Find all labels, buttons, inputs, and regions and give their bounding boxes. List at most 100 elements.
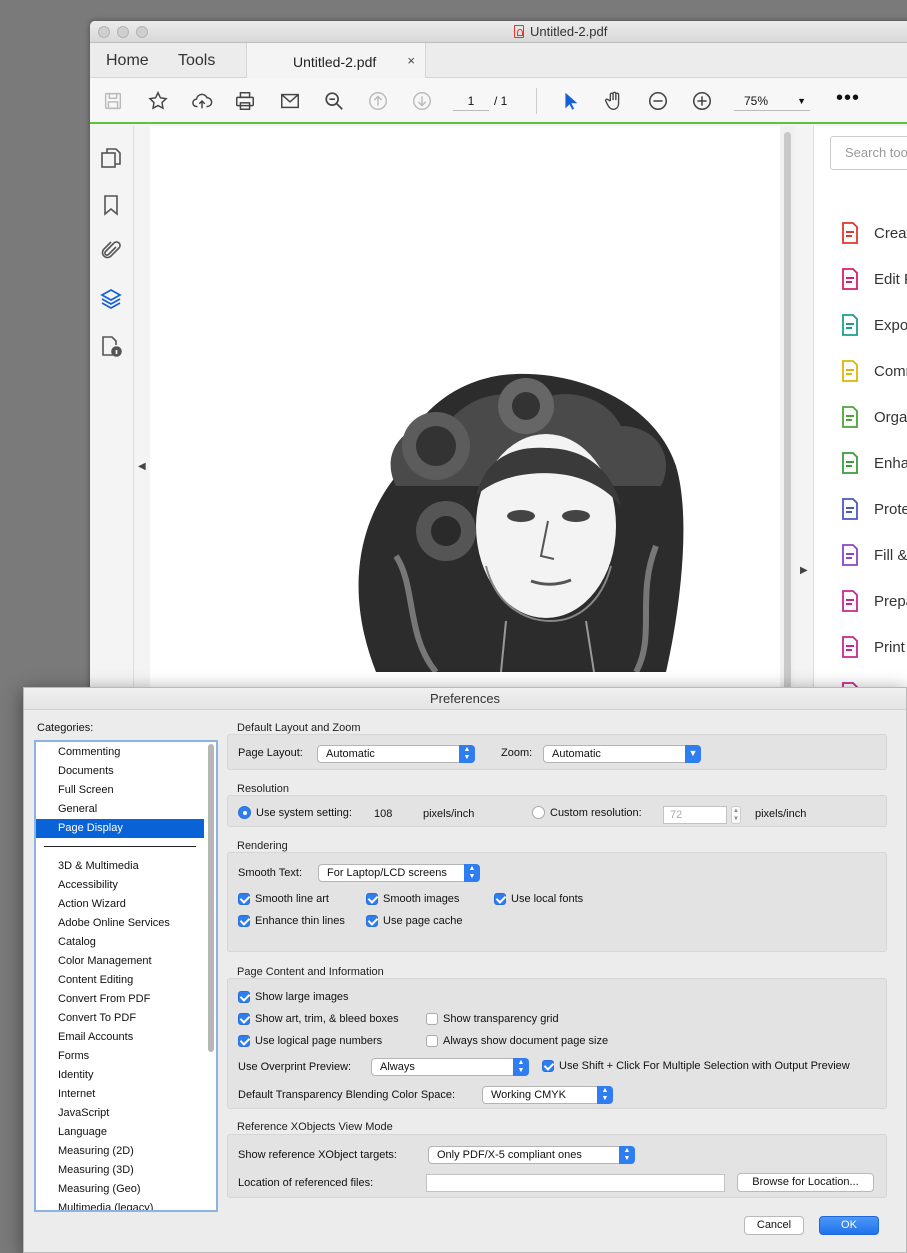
tool-organize-pages[interactable]: Organize Pages [838, 404, 907, 430]
category-item[interactable]: Convert To PDF [36, 1009, 204, 1028]
smooth-images-checkbox[interactable]: Smooth images [366, 893, 459, 905]
custom-resolution-input[interactable]: 72 [663, 806, 727, 824]
tab-home[interactable]: Home [106, 52, 149, 70]
upload-cloud-icon[interactable] [190, 89, 214, 113]
search-icon[interactable] [322, 89, 346, 113]
edit-pdf-icon [842, 268, 858, 290]
overprint-preview-select[interactable]: Always ▲ ▼ [371, 1058, 529, 1076]
tool-enhance-scans[interactable]: Enhance Scans [838, 450, 907, 476]
scrollbar-thumb[interactable] [784, 132, 791, 692]
category-item[interactable]: Multimedia (legacy) [36, 1199, 204, 1210]
zoom-out-icon[interactable] [646, 89, 670, 113]
referenced-files-location-input[interactable] [426, 1174, 725, 1192]
categories-scrollbar[interactable] [208, 744, 214, 1052]
category-item[interactable]: Commenting [36, 743, 204, 762]
use-page-cache-checkbox[interactable]: Use page cache [366, 915, 463, 927]
bookmark-star-icon[interactable] [146, 89, 170, 113]
category-item[interactable]: Page Display [36, 819, 204, 838]
document-info-icon[interactable] [99, 334, 125, 360]
category-item[interactable]: Adobe Online Services [36, 914, 204, 933]
more-options-icon[interactable]: ••• [836, 87, 860, 110]
category-item[interactable]: Full Screen [36, 781, 204, 800]
category-item[interactable]: Identity [36, 1066, 204, 1085]
smooth-line-art-checkbox[interactable]: Smooth line art [238, 893, 329, 905]
print-icon[interactable] [233, 89, 257, 113]
always-show-page-size-checkbox[interactable]: Always show document page size [426, 1035, 608, 1047]
category-item[interactable]: Measuring (2D) [36, 1142, 204, 1161]
email-icon[interactable] [278, 89, 302, 113]
category-item[interactable]: Measuring (Geo) [36, 1180, 204, 1199]
custom-resolution-radio[interactable]: Custom resolution: [532, 806, 642, 819]
enhance-thin-lines-checkbox[interactable]: Enhance thin lines [238, 915, 345, 927]
bookmarks-icon[interactable] [99, 193, 125, 219]
category-item[interactable]: Language [36, 1123, 204, 1142]
tool-edit-pdf[interactable]: Edit PDF [838, 266, 907, 292]
category-item[interactable]: 3D & Multimedia [36, 857, 204, 876]
use-local-fonts-checkbox[interactable]: Use local fonts [494, 893, 583, 905]
cancel-button[interactable]: Cancel [744, 1216, 804, 1235]
export-pdf-icon [842, 314, 858, 336]
show-boxes-checkbox[interactable]: Show art, trim, & bleed boxes [238, 1013, 399, 1025]
category-item[interactable]: Forms [36, 1047, 204, 1066]
attachments-icon[interactable] [99, 239, 125, 265]
categories-list[interactable]: Commenting Documents Full Screen General Pag… [34, 740, 218, 1212]
category-item[interactable]: Action Wizard [36, 895, 204, 914]
zoom-default-select[interactable]: Automatic ▼ [543, 745, 701, 763]
category-item[interactable]: Accessibility [36, 876, 204, 895]
category-item[interactable]: Catalog [36, 933, 204, 952]
smooth-text-select[interactable]: For Laptop/LCD screens ▲ ▼ [318, 864, 480, 882]
smooth-line-art-label: Smooth line art [255, 893, 329, 905]
category-item[interactable]: Email Accounts [36, 1028, 204, 1047]
category-item[interactable]: Internet [36, 1085, 204, 1104]
section-rendering-title: Rendering [237, 840, 288, 852]
page-layout-select[interactable]: Automatic ▲ ▼ [317, 745, 475, 763]
tool-comment[interactable]: Comment [838, 358, 907, 384]
search-tools-input[interactable]: Search tools [830, 136, 907, 170]
save-icon[interactable] [101, 89, 125, 113]
smooth-images-label: Smooth images [383, 893, 460, 905]
page-number-input[interactable]: 1 [453, 91, 489, 111]
tool-print-production[interactable]: Print Production [838, 634, 907, 660]
chevron-down-icon: ▼ [685, 745, 701, 763]
browse-location-button[interactable]: Browse for Location... [737, 1173, 874, 1192]
resolution-stepper[interactable]: ▲ ▼ [731, 806, 741, 824]
show-large-images-checkbox[interactable]: Show large images [238, 991, 349, 1003]
next-page-icon[interactable] [410, 89, 434, 113]
zoom-in-icon[interactable] [690, 89, 714, 113]
zoom-select[interactable]: 75% ▼ [734, 91, 810, 111]
shift-click-selection-checkbox[interactable]: Use Shift + Click For Multiple Selection… [542, 1060, 850, 1072]
layers-icon[interactable] [99, 287, 125, 313]
use-system-setting-radio[interactable]: Use system setting: [238, 806, 352, 819]
blending-space-select[interactable]: Working CMYK ▲ ▼ [482, 1086, 613, 1104]
close-tab-icon[interactable]: × [407, 53, 415, 68]
tab-tools[interactable]: Tools [178, 52, 215, 70]
category-item[interactable]: JavaScript [36, 1104, 204, 1123]
tool-protect[interactable]: Protect [838, 496, 907, 522]
category-item[interactable]: Color Management [36, 952, 204, 971]
collapse-right-pane-icon[interactable]: ▶ [800, 565, 808, 576]
hand-tool-icon[interactable] [602, 89, 626, 113]
tool-create-pdf[interactable]: Create PDF [838, 220, 907, 246]
previous-page-icon[interactable] [366, 89, 390, 113]
minimize-window-button[interactable] [117, 26, 129, 38]
category-item[interactable]: Measuring (3D) [36, 1161, 204, 1180]
zoom-window-button[interactable] [136, 26, 148, 38]
category-item[interactable]: Documents [36, 762, 204, 781]
page-thumbnails-icon[interactable] [99, 146, 125, 172]
select-cursor-icon[interactable] [558, 89, 582, 113]
document-scrollbar[interactable] [781, 126, 795, 701]
tool-fill-sign[interactable]: Fill & Sign [838, 542, 907, 568]
xobject-targets-select[interactable]: Only PDF/X-5 compliant ones ▲ ▼ [428, 1146, 635, 1164]
ok-button[interactable]: OK [819, 1216, 879, 1235]
category-item[interactable]: General [36, 800, 204, 819]
shift-click-selection-label: Use Shift + Click For Multiple Selection… [559, 1060, 850, 1072]
close-window-button[interactable] [98, 26, 110, 38]
tab-document[interactable]: Untitled-2.pdf × [246, 43, 426, 78]
tool-export-pdf[interactable]: Export PDF [838, 312, 907, 338]
show-transparency-grid-checkbox[interactable]: Show transparency grid [426, 1013, 559, 1025]
collapse-left-pane-icon[interactable]: ◀ [138, 461, 146, 472]
category-item[interactable]: Convert From PDF [36, 990, 204, 1009]
category-item[interactable]: Content Editing [36, 971, 204, 990]
logical-page-numbers-checkbox[interactable]: Use logical page numbers [238, 1035, 382, 1047]
tool-prepare-form[interactable]: Prepare Form [838, 588, 907, 614]
